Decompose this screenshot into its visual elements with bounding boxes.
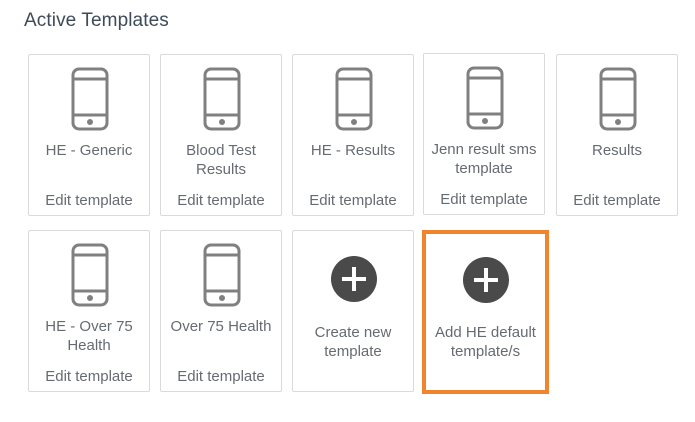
create-new-template-label: Create new template	[314, 324, 392, 360]
phone-icon	[466, 66, 504, 130]
template-card-over-75-health[interactable]: Over 75 Health Edit template	[160, 230, 282, 392]
template-card-results[interactable]: Results Edit template	[556, 54, 678, 216]
edit-template-link[interactable]: Edit template	[293, 192, 413, 209]
phone-icon	[71, 67, 109, 131]
edit-template-link[interactable]: Edit template	[29, 192, 149, 209]
template-card-he-results[interactable]: HE - Results Edit template	[292, 54, 414, 216]
page-title: Active Templates	[24, 10, 169, 31]
phone-icon	[71, 243, 109, 307]
edit-template-link[interactable]: Edit template	[424, 191, 544, 208]
create-new-template-button[interactable]: Create new template	[292, 230, 414, 392]
template-title: Blood Test Results	[186, 142, 256, 178]
template-card-jenn-result-sms[interactable]: Jenn result sms template Edit template	[423, 53, 545, 215]
template-card-he-over-75-health[interactable]: HE - Over 75 Health Edit template	[28, 230, 150, 392]
template-card-blood-test-results[interactable]: Blood Test Results Edit template	[160, 54, 282, 216]
template-title: Results	[591, 142, 643, 159]
phone-icon	[203, 67, 241, 131]
edit-template-link[interactable]: Edit template	[161, 368, 281, 385]
add-he-default-template-label: Add HE default template/s	[435, 324, 536, 360]
template-title: HE - Over 75 Health	[45, 318, 133, 354]
edit-template-link[interactable]: Edit template	[557, 192, 677, 209]
phone-icon	[203, 243, 241, 307]
template-title: Over 75 Health	[170, 318, 272, 335]
template-card-he-generic[interactable]: HE - Generic Edit template	[28, 54, 150, 216]
plus-circle-icon	[463, 257, 509, 303]
add-he-default-template-button[interactable]: Add HE default template/s	[422, 230, 549, 394]
plus-circle-icon	[331, 256, 377, 302]
phone-icon	[599, 67, 637, 131]
edit-template-link[interactable]: Edit template	[29, 368, 149, 385]
edit-template-link[interactable]: Edit template	[161, 192, 281, 209]
template-title: HE - Results	[310, 142, 396, 159]
template-title: Jenn result sms template	[431, 141, 537, 177]
template-title: HE - Generic	[45, 142, 133, 159]
phone-icon	[335, 67, 373, 131]
